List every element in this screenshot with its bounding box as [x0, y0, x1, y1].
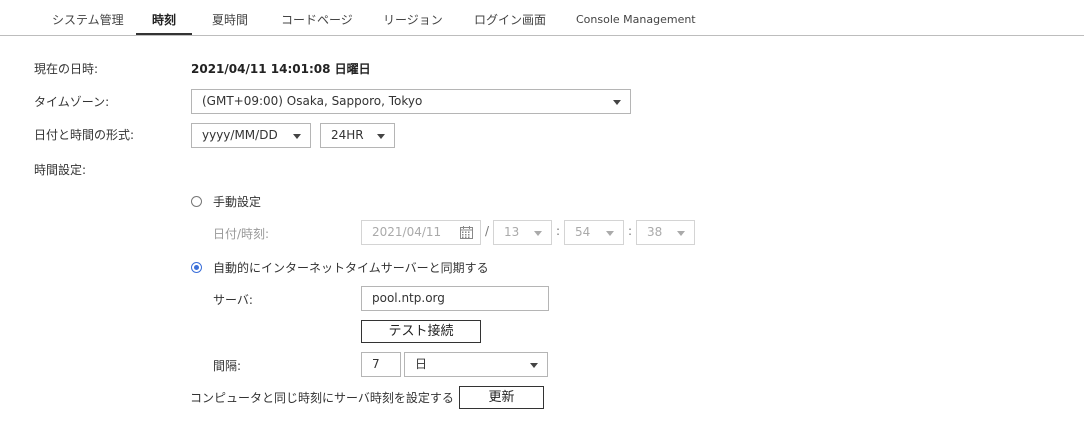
colon-separator: :: [628, 224, 633, 238]
server-label: サーバ:: [213, 293, 253, 307]
chevron-down-icon: [534, 231, 542, 236]
manual-date-value: 2021/04/11: [372, 225, 442, 239]
timezone-label: タイムゾーン:: [34, 95, 110, 109]
timezone-select[interactable]: (GMT+09:00) Osaka, Sapporo, Tokyo: [191, 89, 631, 114]
hour-value: 13: [504, 225, 520, 239]
interval-unit-value: 日: [415, 357, 428, 371]
current-datetime-value: 2021/04/11 14:01:08 日曜日: [191, 62, 371, 76]
format-label: 日付と時間の形式:: [34, 128, 135, 142]
interval-unit-select[interactable]: 日: [404, 352, 548, 377]
tab-daylight-saving[interactable]: 夏時間: [212, 0, 248, 34]
manual-setting-radio[interactable]: [191, 196, 202, 207]
manual-datetime-label: 日付/時刻:: [213, 227, 270, 241]
tab-login-screen[interactable]: ログイン画面: [474, 0, 546, 34]
test-connection-button[interactable]: テスト接続: [361, 320, 481, 343]
date-format-value: yyyy/MM/DD: [202, 128, 278, 142]
manual-setting-label[interactable]: 手動設定: [213, 193, 261, 210]
chevron-down-icon: [293, 134, 301, 139]
time-settings-label: 時間設定:: [34, 163, 87, 177]
time-format-value: 24HR: [331, 128, 364, 142]
second-value: 38: [647, 225, 663, 239]
tab-console-management[interactable]: Console Management: [576, 0, 696, 34]
minute-value: 54: [575, 225, 591, 239]
date-format-select[interactable]: yyyy/MM/DD: [191, 123, 311, 148]
timezone-value: (GMT+09:00) Osaka, Sapporo, Tokyo: [202, 94, 423, 108]
interval-label: 間隔:: [213, 359, 242, 373]
chevron-down-icon: [677, 231, 685, 236]
manual-date-input[interactable]: 2021/04/11: [361, 220, 481, 245]
chevron-down-icon: [613, 100, 621, 105]
tab-codepage[interactable]: コードページ: [281, 0, 353, 34]
tab-time[interactable]: 時刻: [136, 0, 192, 35]
sync-computer-label: コンピュータと同じ時刻にサーバ時刻を設定する: [190, 391, 454, 405]
tab-system-admin[interactable]: システム管理: [52, 0, 124, 34]
tab-region[interactable]: リージョン: [383, 0, 443, 34]
server-input[interactable]: pool.ntp.org: [361, 286, 549, 311]
colon-separator: :: [556, 224, 561, 238]
calendar-icon[interactable]: [460, 226, 473, 239]
interval-input[interactable]: 7: [361, 352, 401, 377]
chevron-down-icon: [377, 134, 385, 139]
chevron-down-icon: [530, 363, 538, 368]
time-format-select[interactable]: 24HR: [320, 123, 395, 148]
second-select[interactable]: 38: [636, 220, 695, 245]
chevron-down-icon: [606, 231, 614, 236]
server-value: pool.ntp.org: [372, 291, 445, 305]
interval-value: 7: [372, 357, 380, 371]
date-time-separator: /: [485, 224, 490, 238]
auto-sync-radio[interactable]: [191, 262, 202, 273]
update-button[interactable]: 更新: [459, 386, 544, 409]
hour-select[interactable]: 13: [493, 220, 552, 245]
auto-sync-label[interactable]: 自動的にインターネットタイムサーバーと同期する: [213, 259, 489, 276]
current-datetime-label: 現在の日時:: [34, 62, 99, 76]
tab-bar: システム管理 時刻 夏時間 コードページ リージョン ログイン画面 Consol…: [0, 0, 1084, 36]
minute-select[interactable]: 54: [564, 220, 624, 245]
